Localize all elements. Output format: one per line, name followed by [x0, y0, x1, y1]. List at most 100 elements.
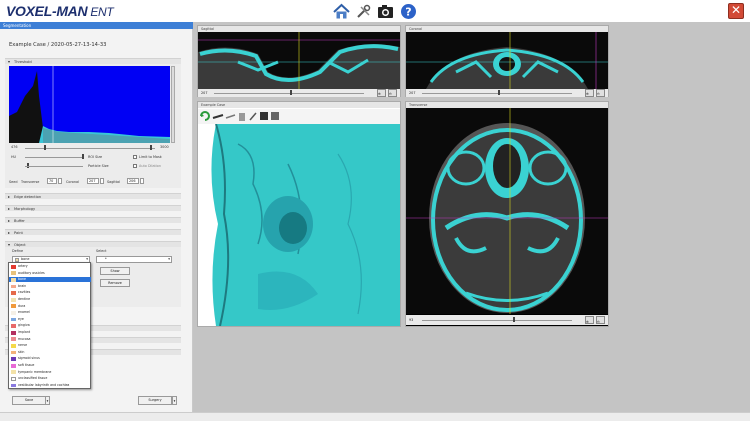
sagittal-zoom-out-button[interactable]: ⊖: [388, 89, 397, 97]
tissue-list-item[interactable]: enamel: [9, 310, 91, 315]
tissue-list-item[interactable]: unclassified tissue: [9, 376, 91, 381]
show-button[interactable]: Show: [100, 267, 130, 275]
tissue-list-item[interactable]: dura: [9, 304, 91, 309]
tissue-list-item[interactable]: dentine: [9, 297, 91, 302]
limit-mask-checkbox[interactable]: [133, 155, 137, 159]
status-bar: [0, 412, 750, 421]
section-paint[interactable]: Paint: [5, 229, 181, 236]
tissue-label: mucosa: [18, 336, 31, 341]
remove-button[interactable]: Remove: [100, 279, 130, 287]
camera-icon[interactable]: [377, 3, 394, 20]
section-edge-detection[interactable]: Edge detection: [5, 193, 181, 200]
tissue-list-item[interactable]: artery: [9, 264, 91, 269]
tissue-list-item[interactable]: nerve: [9, 343, 91, 348]
coronal-viewport[interactable]: Coronal 207 ⊕ ⊖: [405, 25, 609, 97]
tissue-list-item[interactable]: bone: [9, 277, 91, 283]
help-icon[interactable]: ?: [400, 3, 417, 20]
tissue-list-item[interactable]: eye: [9, 317, 91, 322]
tissue-list-item[interactable]: implant: [9, 330, 91, 335]
sagittal-input[interactable]: 206: [127, 178, 139, 184]
tissue-list-item[interactable]: cavities: [9, 290, 91, 295]
save-menu-button[interactable]: ▾: [45, 396, 50, 405]
define-value: bone: [21, 257, 30, 261]
tissue-list-item[interactable]: tympanic membrane: [9, 370, 91, 375]
tissue-color-swatch: [11, 277, 16, 282]
sagittal-spin[interactable]: [140, 178, 144, 184]
tools-icon[interactable]: [355, 3, 372, 20]
select-dropdown[interactable]: * ▾: [96, 256, 172, 263]
transverse-zoom-out-button[interactable]: ⊖: [596, 316, 605, 324]
sagittal-label: Sagittal: [107, 180, 121, 184]
sagittal-viewport[interactable]: Sagittal 207 ⊕ ⊖: [197, 25, 401, 97]
tissue-list-item[interactable]: gingiva: [9, 323, 91, 328]
tissue-label: bone: [18, 277, 26, 282]
app-logo: VOXEL-MAN ENT: [6, 3, 114, 19]
transverse-input[interactable]: 70: [47, 178, 57, 184]
sagittal-slider[interactable]: [214, 93, 364, 94]
sagittal-knob[interactable]: [290, 90, 292, 95]
surgery-menu-button[interactable]: ▾: [172, 396, 177, 405]
tissue-color-swatch: [11, 357, 16, 361]
coronal-knob[interactable]: [498, 90, 500, 95]
zoom-in-icon: ⊕: [378, 92, 381, 96]
transverse-spin[interactable]: [58, 178, 62, 184]
section-buffer[interactable]: Buffer: [5, 217, 181, 224]
roi-knob[interactable]: [82, 154, 84, 159]
transverse-knob[interactable]: [513, 317, 515, 322]
threshold-max: 3000: [160, 145, 169, 149]
tissue-list-item[interactable]: sigmoid sinus: [9, 356, 91, 361]
tissue-list-item[interactable]: soft tissue: [9, 363, 91, 368]
transverse-viewport[interactable]: Transverse 93 ⊕ ⊖: [405, 101, 609, 327]
save-button[interactable]: Save: [12, 396, 46, 405]
histogram-chart: [9, 66, 170, 143]
coronal-image: [406, 32, 608, 89]
transverse-slider[interactable]: [422, 320, 572, 321]
home-icon[interactable]: [333, 3, 350, 20]
tissue-color-swatch: [11, 337, 16, 342]
coronal-input[interactable]: 207: [87, 178, 99, 184]
tissue-label: sigmoid sinus: [18, 356, 40, 361]
zoom-out-icon: ⊖: [389, 92, 392, 96]
threshold-knob-high[interactable]: [150, 145, 152, 150]
tissue-list-item[interactable]: skin: [9, 350, 91, 355]
seed-label: Seed: [9, 180, 18, 184]
roi-slider[interactable]: [25, 157, 83, 158]
tissue-label: nerve: [18, 343, 28, 348]
coronal-zoom-out-button[interactable]: ⊖: [596, 89, 605, 97]
histogram-vscroll[interactable]: [171, 66, 175, 143]
tissue-list-item[interactable]: vestibular labyrinth and cochlea: [9, 383, 91, 388]
segmentation-bar: Segmentation: [0, 22, 193, 29]
tissue-list-item[interactable]: brain: [9, 284, 91, 289]
sagittal-zoom-in-button[interactable]: ⊕: [377, 89, 386, 97]
tissue-color-swatch: [11, 304, 16, 309]
sagittal-footer: 207 ⊕ ⊖: [198, 89, 400, 97]
tissue-label: dentine: [18, 297, 31, 301]
tissue-label: soft tissue: [18, 363, 35, 367]
tissue-list-item[interactable]: auditory ossicles: [9, 271, 91, 276]
transverse-zoom-in-button[interactable]: ⊕: [585, 316, 594, 324]
tissue-color-swatch: [11, 330, 16, 335]
tissue-color-swatch: [11, 284, 16, 289]
tissue-list[interactable]: artery auditory ossicles bone brain cavities…: [8, 262, 91, 389]
coronal-zoom-in-button[interactable]: ⊕: [585, 89, 594, 97]
tissue-label: tympanic membrane: [18, 369, 52, 374]
3d-viewport[interactable]: Example Case: [197, 101, 401, 327]
particle-slider[interactable]: [25, 166, 83, 167]
hu-label: HU: [11, 155, 17, 159]
auto-dilation-label: Auto Dilation: [139, 164, 162, 168]
auto-dilation-checkbox[interactable]: [133, 164, 137, 168]
app-title: VOXEL-MAN: [6, 3, 88, 19]
clip-icon: [271, 112, 279, 120]
knife-icon: [249, 112, 257, 121]
tissue-list-item[interactable]: mucosa: [9, 337, 91, 342]
close-button[interactable]: ✕: [728, 3, 744, 19]
transverse-value: 93: [409, 318, 414, 322]
section-morphology[interactable]: Morphology: [5, 205, 181, 212]
case-name: Example Case / 2020-05-27-13-14-33: [9, 42, 107, 48]
surgery-button[interactable]: Surgery: [138, 396, 172, 405]
particle-size-label: Particle Size: [88, 164, 109, 168]
coronal-spin[interactable]: [100, 178, 104, 184]
tissue-color-swatch: [11, 291, 16, 295]
coronal-slider[interactable]: [422, 93, 572, 94]
threshold-knob-low[interactable]: [44, 145, 46, 150]
